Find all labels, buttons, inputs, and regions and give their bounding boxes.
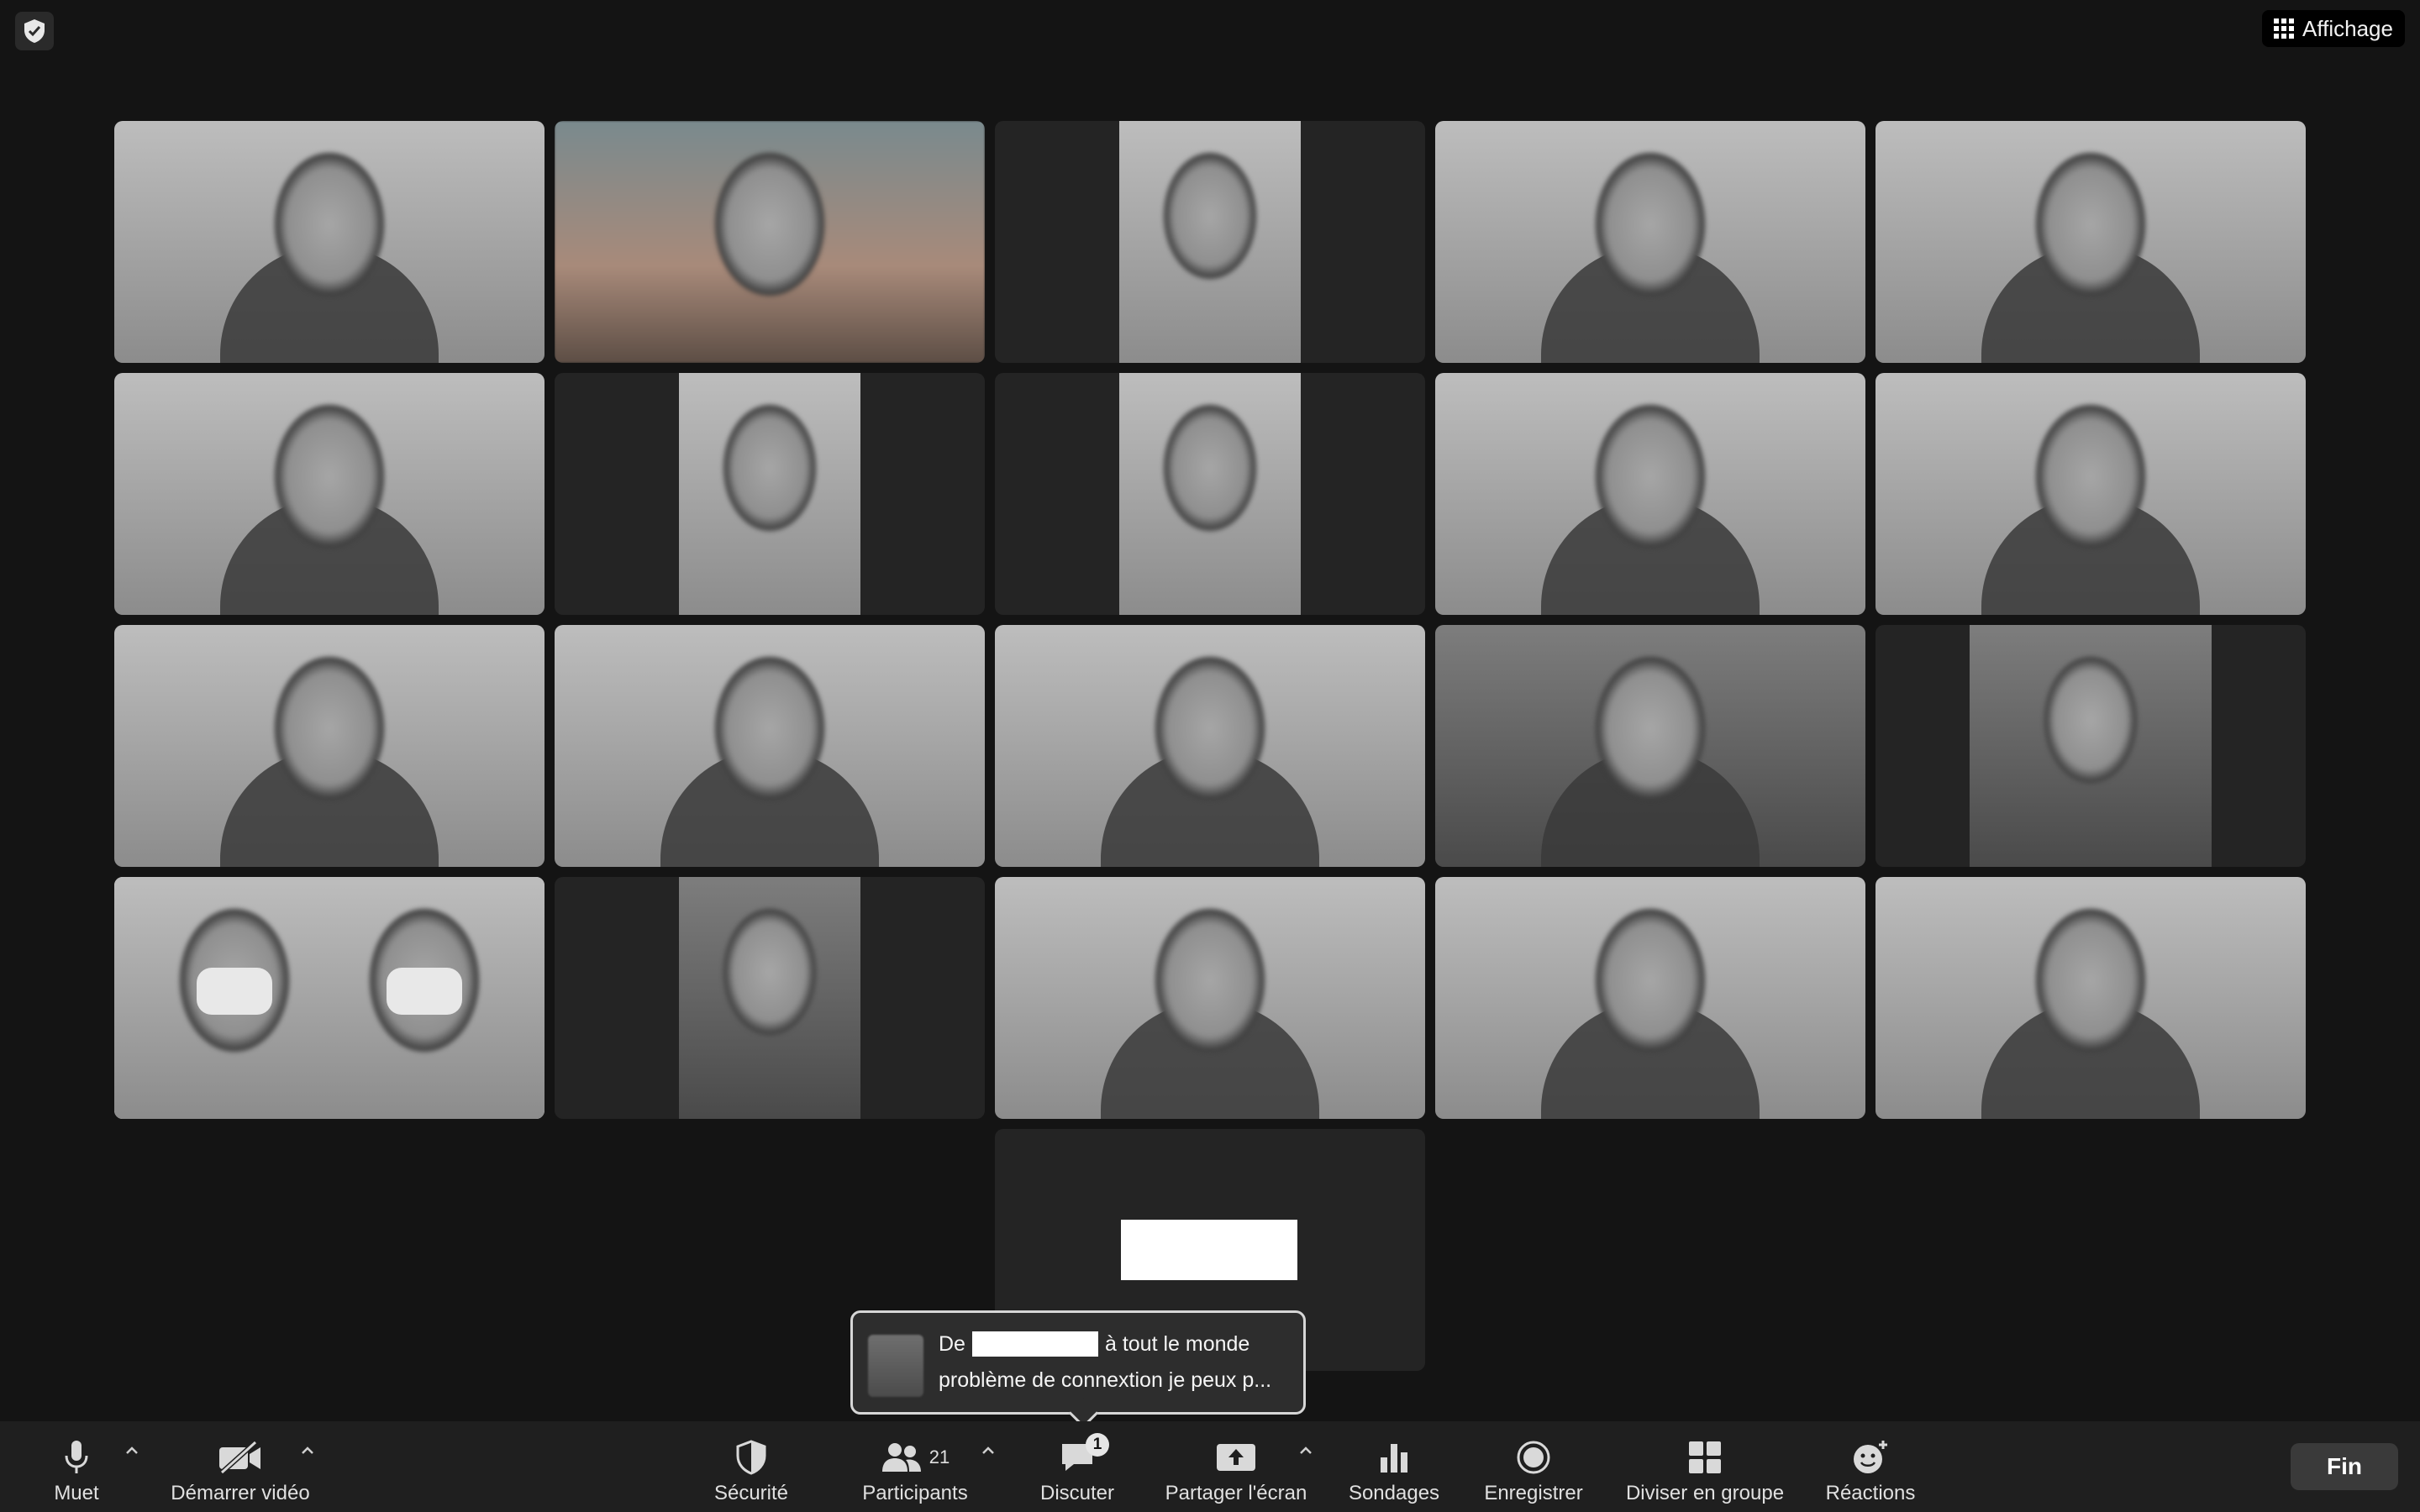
record-icon: [1517, 1441, 1550, 1474]
participant-tile[interactable]: [1876, 625, 2306, 867]
chat-notification-header: De à tout le monde: [939, 1331, 1249, 1357]
polls-button[interactable]: Sondages: [1343, 1421, 1445, 1512]
security-button[interactable]: Sécurité: [701, 1421, 802, 1512]
participant-tile[interactable]: [555, 625, 985, 867]
chevron-up-icon: [302, 1446, 313, 1454]
participant-tile[interactable]: [1435, 121, 1865, 363]
record-button[interactable]: Enregistrer: [1479, 1421, 1588, 1512]
reactions-label: Réactions: [1825, 1482, 1916, 1504]
video-gallery: [114, 121, 2306, 1371]
chevron-up-icon: [982, 1446, 994, 1454]
video-off-icon: [219, 1441, 260, 1474]
share-screen-button[interactable]: Partager l'écran: [1156, 1421, 1316, 1512]
end-meeting-button[interactable]: Fin: [2291, 1443, 2398, 1490]
security-badge[interactable]: [15, 12, 54, 50]
smiley-plus-icon: [1854, 1441, 1887, 1473]
view-button[interactable]: Affichage: [2262, 10, 2405, 47]
security-label: Sécurité: [713, 1482, 789, 1504]
face-mask: [197, 968, 273, 1015]
participant-tile[interactable]: [995, 877, 1425, 1119]
chevron-up-icon: [126, 1446, 138, 1454]
participant-tile[interactable]: [555, 877, 985, 1119]
share-screen-label: Partager l'écran: [1165, 1482, 1307, 1504]
participant-tile[interactable]: [1435, 625, 1865, 867]
sender-avatar: [868, 1335, 923, 1397]
breakout-grid-icon: [1689, 1441, 1721, 1473]
participant-tile[interactable]: [114, 625, 544, 867]
mute-label: Muet: [54, 1482, 99, 1504]
participant-tile-active-speaker[interactable]: [114, 877, 544, 1119]
chat-label: Discuter: [1039, 1482, 1115, 1504]
share-options-caret[interactable]: [1297, 1441, 1315, 1460]
from-prefix: De: [939, 1331, 965, 1356]
participant-tile[interactable]: [1876, 877, 2306, 1119]
chat-notification[interactable]: De à tout le monde problème de connextio…: [850, 1310, 1306, 1415]
breakout-rooms-button[interactable]: Diviser en groupe: [1617, 1421, 1793, 1512]
start-video-button[interactable]: Démarrer vidéo: [165, 1421, 316, 1512]
chat-unread-badge: 1: [1086, 1433, 1109, 1457]
sender-name-redacted: [971, 1331, 1098, 1357]
participant-tile[interactable]: [1876, 373, 2306, 615]
zoom-meeting-window: Affichage De à tout le monde problème de…: [0, 0, 2420, 1512]
mute-button[interactable]: Muet: [47, 1421, 106, 1512]
chat-message-preview: problème de connextion je peux p...: [939, 1368, 1272, 1392]
share-screen-icon: [1217, 1444, 1255, 1471]
polls-label: Sondages: [1348, 1482, 1440, 1504]
view-button-label: Affichage: [2302, 15, 2393, 41]
record-label: Enregistrer: [1484, 1482, 1583, 1504]
reactions-button[interactable]: Réactions: [1818, 1421, 1923, 1512]
participant-tile[interactable]: [995, 121, 1425, 363]
participant-tile[interactable]: [1876, 121, 2306, 363]
shield-check-icon: [24, 19, 45, 43]
video-options-caret[interactable]: [298, 1441, 317, 1460]
chat-button[interactable]: 1 Discuter: [1027, 1421, 1128, 1512]
face-mask: [386, 968, 462, 1015]
breakout-rooms-label: Diviser en groupe: [1625, 1482, 1785, 1504]
meeting-toolbar: Muet Démarrer vidéo Sécurité 21 Particip…: [0, 1421, 2420, 1512]
participant-tile[interactable]: [555, 121, 985, 363]
participant-tile[interactable]: [995, 625, 1425, 867]
participant-tile[interactable]: [114, 121, 544, 363]
start-video-label: Démarrer vidéo: [171, 1482, 310, 1504]
microphone-icon: [65, 1441, 88, 1473]
participant-tile[interactable]: [995, 373, 1425, 615]
participants-button[interactable]: 21 Participants: [852, 1421, 978, 1512]
recipient-text: à tout le monde: [1104, 1331, 1250, 1356]
people-icon: [881, 1443, 921, 1472]
participant-tile[interactable]: [1435, 373, 1865, 615]
chevron-up-icon: [1300, 1446, 1312, 1454]
grid-icon: [2274, 18, 2295, 39]
participant-tile[interactable]: [555, 373, 985, 615]
participants-label: Participants: [862, 1482, 968, 1504]
participant-tile[interactable]: [1435, 877, 1865, 1119]
shield-icon: [736, 1440, 766, 1475]
audio-options-caret[interactable]: [123, 1441, 141, 1460]
participants-options-caret[interactable]: [979, 1441, 997, 1460]
participant-tile[interactable]: [114, 373, 544, 615]
participant-name-redacted: [1121, 1220, 1297, 1280]
bar-chart-icon: [1381, 1444, 1407, 1473]
participants-count: 21: [929, 1446, 950, 1467]
